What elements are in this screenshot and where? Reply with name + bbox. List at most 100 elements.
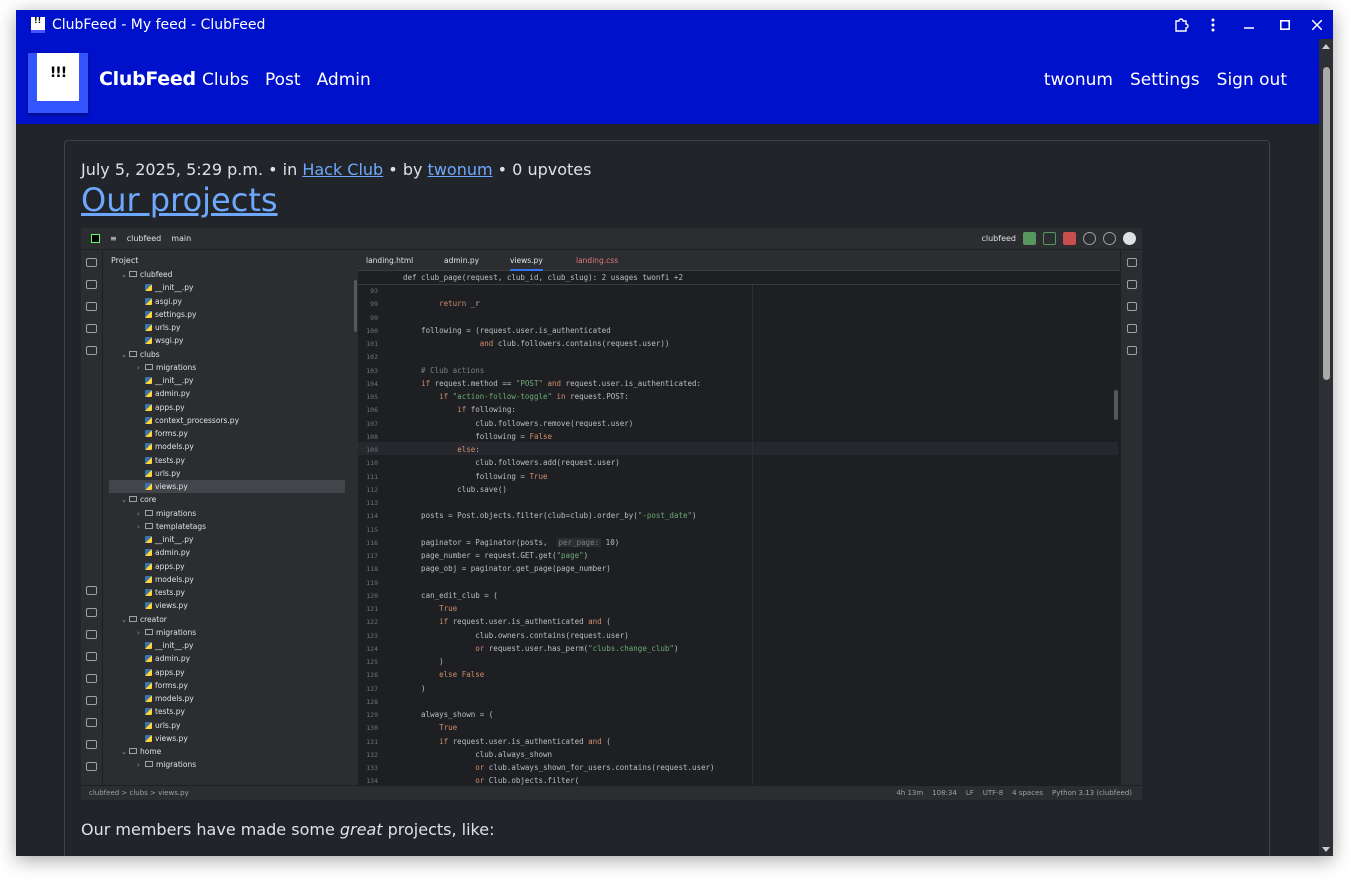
line-number: 131 <box>366 737 378 746</box>
body-emphasis: great <box>339 820 383 839</box>
tree-item-label: clubs <box>140 349 160 359</box>
tree-item-label: admin.py <box>155 654 191 664</box>
editor-breadcrumb: def club_page(request, club_id, club_slu… <box>358 271 1120 285</box>
tree-item-label: __init__.py <box>155 283 194 293</box>
line-number: 122 <box>366 618 378 627</box>
extension-icon[interactable] <box>1165 10 1197 39</box>
python-file-icon <box>145 430 152 437</box>
ide-run-config: clubfeed <box>981 234 1016 243</box>
user-nav: twonum Settings Sign out <box>1044 70 1287 90</box>
tree-item: models.py <box>109 573 345 586</box>
tree-item: admin.py <box>109 652 345 665</box>
chevron-right-icon: › <box>137 761 140 770</box>
site-navbar: !!! ClubFeed Clubs Post Admin twonum Set… <box>16 39 1319 124</box>
chevron-right-icon: › <box>137 363 140 372</box>
tree-item-label: templatetags <box>156 521 207 531</box>
nav-post[interactable]: Post <box>265 70 301 90</box>
code-line: posts = Post.objects.filter(club=club).o… <box>403 511 697 521</box>
nav-admin[interactable]: Admin <box>317 70 371 90</box>
folder-icon <box>145 363 153 370</box>
tree-item: apps.py <box>109 666 345 679</box>
nav-clubs[interactable]: Clubs <box>202 70 249 90</box>
python-file-icon <box>145 390 152 398</box>
site-logo[interactable]: !!! <box>28 53 88 113</box>
ai-assistant-icon <box>1127 280 1137 289</box>
tree-item: admin.py <box>109 387 345 400</box>
tree-item-label: urls.py <box>155 323 181 332</box>
tree-item-label: views.py <box>155 601 188 611</box>
status-items: 4h 13m 108:34 LF UTF-8 4 spaces Python 3.13 (… <box>896 789 1132 797</box>
line-number: 93 <box>370 287 378 295</box>
nav-settings[interactable]: Settings <box>1130 70 1200 90</box>
console-icon <box>86 630 97 639</box>
code-line: paginator = Paginator(posts, per_page: 1… <box>403 537 620 547</box>
chevron-right-icon: › <box>137 509 140 518</box>
status-item: 108:34 <box>932 789 957 797</box>
hamburger-icon: ≡ <box>110 234 117 243</box>
folder-icon <box>145 761 153 768</box>
post-club-link[interactable]: Hack Club <box>302 160 383 179</box>
tree-item: settings.py <box>109 308 345 321</box>
status-item: 4h 13m <box>896 789 924 797</box>
code-line: always_shown = ( <box>403 710 494 719</box>
ide-left-toolbar <box>81 250 103 785</box>
tree-item-label: tests.py <box>155 707 185 717</box>
python-file-icon <box>145 443 152 451</box>
close-icon[interactable] <box>1301 10 1333 39</box>
tree-item: context_processors.py <box>109 414 345 427</box>
chevron-right-icon: › <box>137 628 140 637</box>
python-file-icon <box>145 337 152 345</box>
code-line: page_number = request.GET.get("page") <box>403 551 589 560</box>
code-line: club.owners.contains(request.user) <box>403 630 629 640</box>
brand-name[interactable]: ClubFeed <box>99 68 196 90</box>
notifications-icon <box>1127 258 1137 267</box>
copilot-chat-icon <box>1127 346 1137 355</box>
python-file-icon <box>145 456 152 464</box>
chevron-down-icon: ⌄ <box>121 271 127 279</box>
code-line: return _r <box>439 299 480 309</box>
scroll-up-arrow-icon[interactable] <box>1322 44 1330 49</box>
tree-item: views.py <box>109 480 345 493</box>
tree-item-label: forms.py <box>155 680 188 690</box>
post-body: Our members have made some great project… <box>81 820 494 839</box>
tree-item: admin.py <box>109 546 345 559</box>
post-title-link[interactable]: Our projects <box>81 181 278 219</box>
tree-item: forms.py <box>109 679 345 692</box>
tree-item-label: core <box>140 495 157 505</box>
code-editor: landing.html admin.py views.py landing.css … <box>358 250 1120 785</box>
scroll-down-arrow-icon[interactable] <box>1322 847 1330 852</box>
code-line: ) <box>403 657 444 666</box>
tree-item-label: admin.py <box>155 548 191 558</box>
code-line: else: <box>457 445 480 454</box>
post-author-link[interactable]: twonum <box>428 160 493 179</box>
maximize-icon[interactable] <box>1269 10 1301 39</box>
nav-signout[interactable]: Sign out <box>1217 70 1287 90</box>
tree-item-label: models.py <box>155 442 194 452</box>
folder-icon <box>129 748 137 754</box>
code-line: club.followers.remove(request.user) <box>403 418 634 428</box>
tree-item: › migrations <box>109 361 345 374</box>
line-number: 110 <box>366 459 378 468</box>
tree-item-label: tests.py <box>155 588 185 597</box>
tree-item-label: tests.py <box>155 455 185 465</box>
code-line: following = True <box>403 471 548 481</box>
tree-item: ⌄ home <box>109 745 345 758</box>
run-icon <box>1023 232 1036 245</box>
page-scrollbar[interactable] <box>1319 39 1333 856</box>
menu-kebab-icon[interactable] <box>1197 10 1229 39</box>
tree-item: models.py <box>109 692 345 705</box>
tree-item-label: apps.py <box>155 402 185 412</box>
chevron-down-icon: ⌄ <box>121 350 127 359</box>
ide-project-name: clubfeed <box>126 234 162 243</box>
tree-item: › migrations <box>109 758 345 771</box>
minimize-icon[interactable] <box>1229 10 1269 39</box>
search-icon <box>1083 232 1096 245</box>
line-number: 100 <box>366 326 378 335</box>
tree-item-label: context_processors.py <box>155 415 240 425</box>
status-item: LF <box>965 789 974 797</box>
tree-item: urls.py <box>109 467 345 480</box>
chevron-down-icon: ⌄ <box>121 748 127 756</box>
nav-username[interactable]: twonum <box>1044 70 1113 90</box>
scrollbar-thumb[interactable] <box>1323 67 1330 380</box>
python-file-icon <box>145 668 152 676</box>
